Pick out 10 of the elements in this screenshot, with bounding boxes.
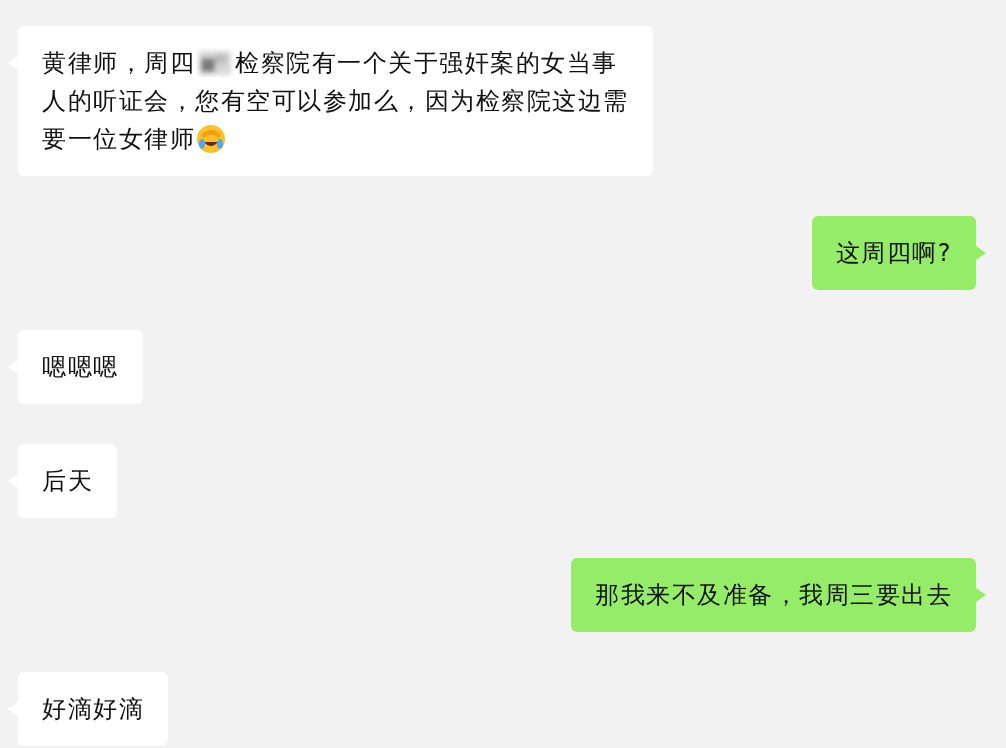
message-text: 那我来不及准备，我周三要出去 [595, 580, 952, 611]
message-text: 要一位女律师 [42, 124, 195, 155]
message-text: 嗯嗯嗯 [42, 352, 119, 383]
message-text: 好滴好滴 [42, 694, 144, 725]
laughing-face-icon [195, 123, 227, 155]
message-text: 这周四啊? [835, 238, 952, 269]
message-text: 人的听证会，您有空可以参加么，因为检察院这边需 [42, 86, 629, 117]
message-text: 黄律师，周四 [42, 48, 195, 79]
message-text: 检察院有一个关于强奸案的女当事 [235, 48, 618, 79]
message-text: 后天 [42, 466, 93, 497]
